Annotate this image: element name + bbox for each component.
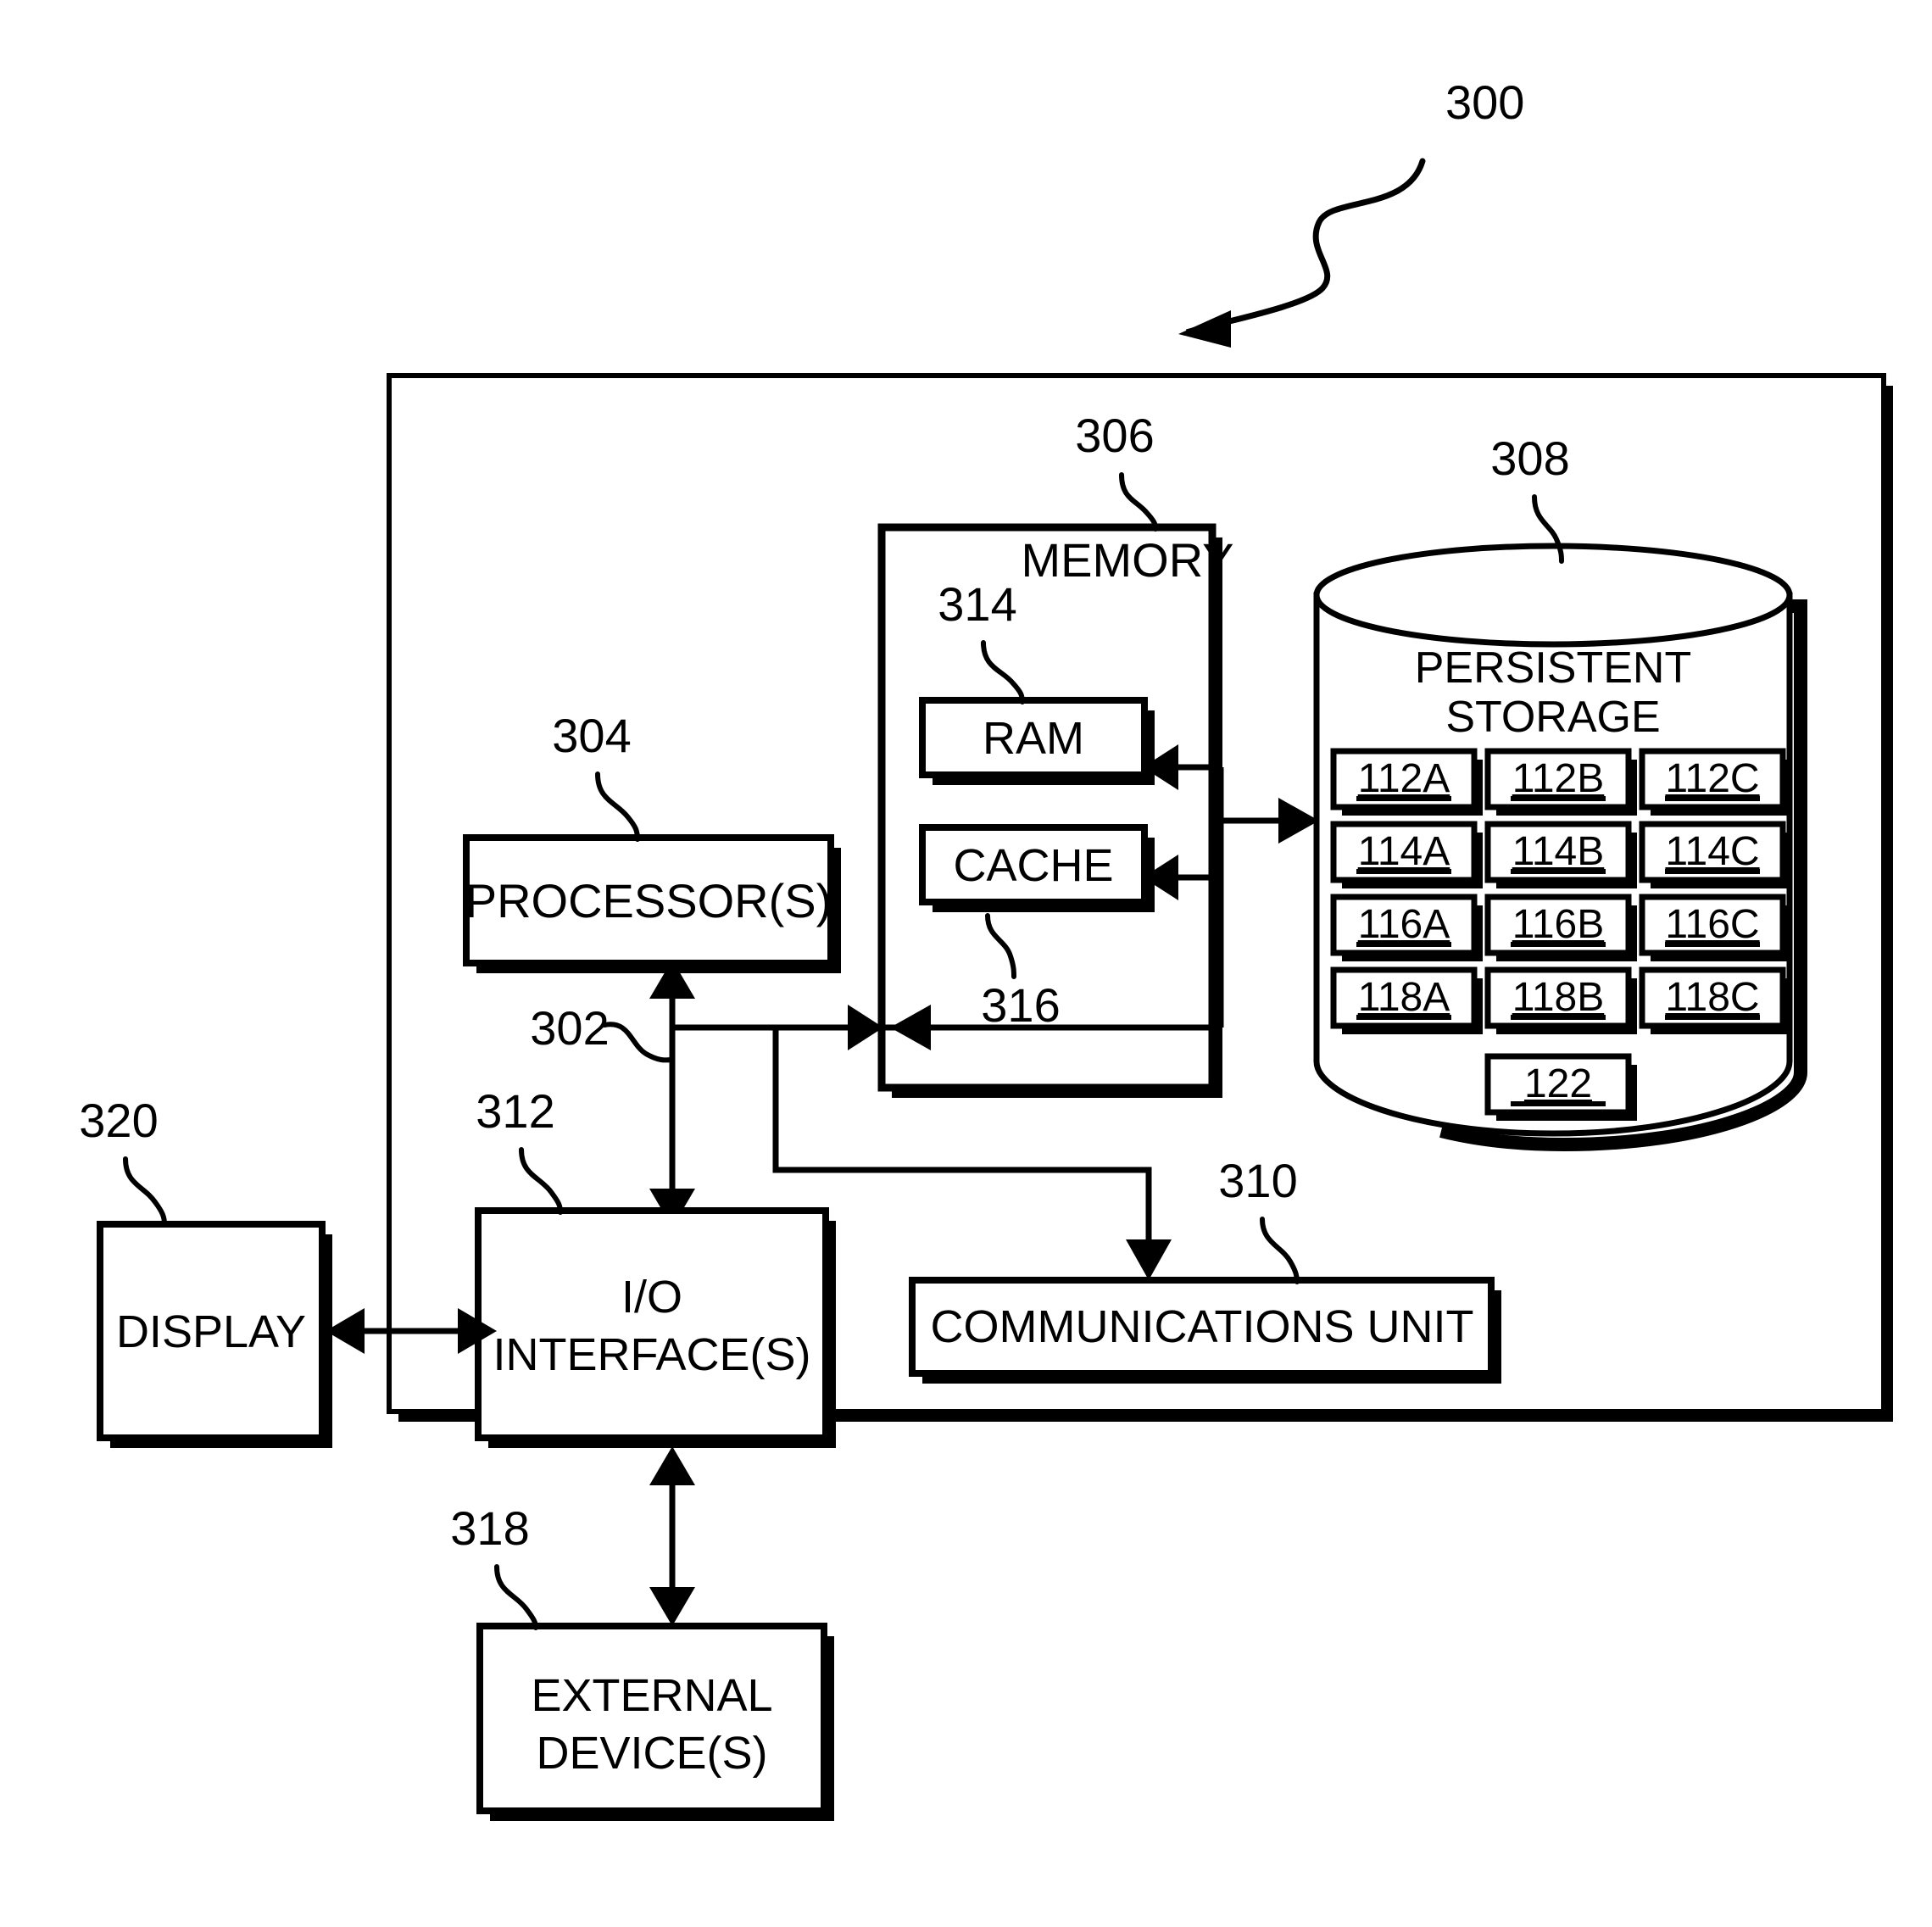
- ref-label-316: 316: [981, 978, 1060, 1032]
- diagram-canvas: 300 MEMORY 306 RAM 314 CACHE 316 PERSIST…: [79, 75, 1893, 1821]
- storage-item-label: 112C: [1665, 756, 1759, 801]
- storage-item[interactable]: 122: [1484, 1053, 1637, 1121]
- ref-label-314: 314: [938, 577, 1016, 631]
- storage-item-label: 114A: [1358, 829, 1450, 874]
- figure-ref-300: 300: [1178, 75, 1524, 348]
- storage-item[interactable]: 118C: [1639, 966, 1791, 1034]
- external-device-label-line2: DEVICE(S): [536, 1728, 767, 1779]
- io-interface-label-line2: INTERFACE(S): [493, 1329, 810, 1380]
- communications-unit-label: COMMUNICATIONS UNIT: [931, 1301, 1474, 1352]
- storage-item[interactable]: 116B: [1484, 894, 1637, 961]
- ref-label-302: 302: [530, 1001, 609, 1055]
- storage-item-label: 118C: [1665, 975, 1759, 1020]
- ref-label-304: 304: [552, 709, 631, 762]
- storage-item[interactable]: 114B: [1484, 821, 1637, 888]
- ref-label-312: 312: [476, 1084, 554, 1138]
- external-device-block: EXTERNAL DEVICE(S) 318: [450, 1446, 834, 1821]
- storage-item-label: 118B: [1512, 975, 1605, 1020]
- storage-item[interactable]: 114A: [1330, 821, 1483, 888]
- storage-item-label: 116A: [1358, 902, 1450, 947]
- storage-item[interactable]: 118B: [1484, 966, 1637, 1034]
- ref-label-306: 306: [1075, 409, 1154, 462]
- storage-item[interactable]: 116A: [1330, 894, 1483, 961]
- cache-label: CACHE: [953, 840, 1113, 891]
- ref-label-300: 300: [1445, 75, 1524, 129]
- display-label: DISPLAY: [116, 1306, 306, 1357]
- storage-item[interactable]: 118A: [1330, 966, 1483, 1034]
- ref-label-308: 308: [1490, 432, 1569, 485]
- storage-item[interactable]: 112A: [1330, 748, 1483, 816]
- storage-item-label: 114C: [1665, 829, 1759, 874]
- ref-label-318: 318: [450, 1501, 529, 1555]
- storage-item[interactable]: 112C: [1639, 748, 1791, 816]
- storage-item-label: 112B: [1512, 756, 1605, 801]
- storage-item-label: 112A: [1358, 756, 1450, 801]
- io-external-arrowhead-down: [649, 1587, 695, 1626]
- storage-label-line2: STORAGE: [1445, 693, 1660, 742]
- storage-item[interactable]: 116C: [1639, 894, 1791, 961]
- storage-label-line1: PERSISTENT: [1415, 643, 1692, 693]
- storage-top-ellipse: [1313, 543, 1793, 648]
- storage-item-label: 116B: [1512, 902, 1605, 947]
- leader-line-300: [1185, 158, 1426, 336]
- io-external-arrowhead-up: [649, 1446, 695, 1485]
- storage-item-label: 122: [1524, 1061, 1592, 1106]
- ref-label-310: 310: [1218, 1154, 1297, 1207]
- ref-label-320: 320: [79, 1094, 158, 1147]
- storage-item[interactable]: 112B: [1484, 748, 1637, 816]
- io-interface-label-line1: I/O: [621, 1272, 682, 1323]
- storage-item[interactable]: 114C: [1639, 821, 1791, 888]
- leader-line-320: [123, 1156, 167, 1227]
- storage-item-label: 118A: [1358, 975, 1450, 1020]
- storage-item-label: 114B: [1512, 829, 1605, 874]
- storage-item-label: 116C: [1665, 902, 1759, 947]
- leader-line-318: [494, 1564, 538, 1630]
- patent-figure-300: 300 MEMORY 306 RAM 314 CACHE 316 PERSIST…: [0, 0, 1932, 1927]
- processor-label: PROCESSOR(S): [465, 874, 832, 927]
- memory-label: MEMORY: [1022, 533, 1234, 587]
- ram-label: RAM: [983, 713, 1084, 764]
- leader-arrowhead-300: [1178, 310, 1231, 348]
- external-device-label-line1: EXTERNAL: [531, 1670, 772, 1721]
- io-interface-outline: [475, 1207, 829, 1441]
